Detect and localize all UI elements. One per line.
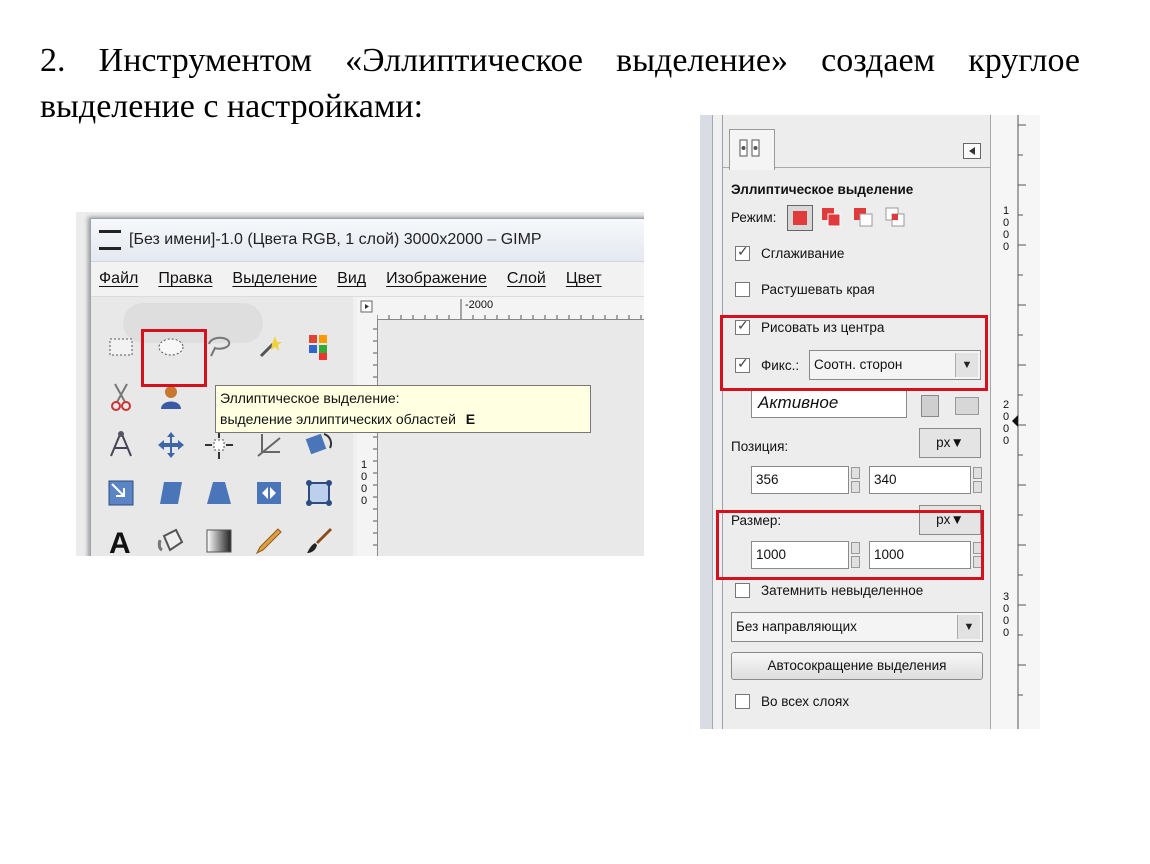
feather-label: Растушевать края	[761, 282, 875, 297]
bucket-fill-icon[interactable]	[153, 523, 189, 556]
all-layers-label: Во всех слоях	[761, 694, 850, 709]
dock-menu-button[interactable]	[963, 143, 981, 159]
feather-checkbox[interactable]	[735, 282, 750, 297]
menu-image[interactable]: Изображение	[386, 270, 487, 288]
position-y-input[interactable]: 340	[869, 466, 971, 494]
mode-replace-button[interactable]	[787, 205, 813, 231]
ellipse-tool-highlight	[141, 329, 207, 387]
panel-left-edge	[700, 115, 713, 729]
menu-layer[interactable]: Слой	[507, 270, 546, 288]
position-unit-value: px	[936, 435, 951, 450]
fuzzy-select-icon[interactable]	[251, 329, 287, 365]
blend-icon[interactable]	[201, 523, 237, 556]
fixed-value-field[interactable]: Активное	[751, 388, 907, 418]
color-select-icon[interactable]	[301, 329, 337, 365]
position-unit-dropdown[interactable]: px▼	[919, 428, 981, 458]
horizontal-ruler[interactable]: -2000	[377, 297, 644, 320]
vertical-ruler[interactable]: 1000	[357, 319, 378, 556]
antialiasing-label: Сглаживание	[761, 246, 845, 261]
pencil-icon[interactable]	[251, 523, 287, 556]
svg-text:A: A	[109, 527, 131, 556]
menu-view[interactable]: Вид	[337, 270, 366, 288]
tooltip-description-row: выделение эллиптических областей E	[220, 409, 590, 430]
chevron-down-icon: ▼	[950, 435, 964, 450]
scale-icon[interactable]	[103, 475, 139, 511]
ruler-top-label: -2000	[465, 299, 494, 311]
center-fixed-highlight	[720, 315, 988, 391]
mode-label: Режим:	[731, 210, 777, 225]
shear-icon[interactable]	[153, 475, 189, 511]
tool-options-heading: Эллиптическое выделение	[731, 182, 914, 197]
mode-subtract-button[interactable]	[851, 205, 875, 229]
paintbrush-icon[interactable]	[301, 523, 337, 556]
guides-dropdown[interactable]: Без направляющих ▼	[731, 612, 983, 642]
position-x-input[interactable]: 356	[751, 466, 849, 494]
gimp-screenshot: [Без имени]-1.0 (Цвета RGB, 1 слой) 3000…	[76, 212, 644, 556]
tooltip-title: Эллиптическое выделение:	[220, 390, 400, 406]
scissors-icon[interactable]	[103, 379, 139, 415]
highlight-checkbox[interactable]	[735, 583, 750, 598]
paths-icon[interactable]	[103, 427, 139, 463]
ruler-label-3000: 3000	[1003, 591, 1010, 639]
position-y-spinner[interactable]	[972, 466, 983, 494]
perspective-icon[interactable]	[201, 475, 237, 511]
window-title: [Без имени]-1.0 (Цвета RGB, 1 слой) 3000…	[129, 231, 542, 248]
menu-file[interactable]: Файл	[99, 270, 138, 288]
ruler-label-2000: 2000	[1003, 399, 1010, 447]
window-menu-icon[interactable]	[99, 230, 121, 250]
tool-options-tab[interactable]	[729, 129, 775, 170]
ruler-corner-button[interactable]	[357, 297, 377, 319]
menu-edit[interactable]: Правка	[158, 270, 212, 288]
cage-icon[interactable]	[301, 475, 337, 511]
ruler-label-1000: 1000	[1003, 205, 1010, 253]
gimp-window: [Без имени]-1.0 (Цвета RGB, 1 слой) 3000…	[90, 218, 644, 556]
flip-icon[interactable]	[251, 475, 287, 511]
aspect-toggle-icon[interactable]	[955, 397, 979, 415]
rect-select-icon[interactable]	[103, 329, 139, 365]
ruler-left-label: 1000	[361, 459, 368, 507]
all-layers-checkbox[interactable]	[735, 694, 750, 709]
ellipse-select-tooltip: Эллиптическое выделение: выделение эллип…	[215, 385, 591, 433]
guides-value: Без направляющих	[736, 619, 857, 634]
position-label: Позиция:	[731, 439, 789, 454]
move-icon[interactable]	[153, 427, 189, 463]
mode-add-button[interactable]	[819, 205, 843, 229]
menubar: Файл Правка Выделение Вид Изображение Сл…	[91, 262, 644, 297]
size-highlight	[716, 510, 984, 580]
position-x-spinner[interactable]	[850, 466, 861, 494]
dock-tabbar	[723, 115, 991, 170]
tool-options-screenshot: Эллиптическое выделение Режим: Сглаживан…	[700, 115, 1040, 729]
tool-options-panel: Эллиптическое выделение Режим: Сглаживан…	[722, 115, 992, 729]
mode-intersect-button[interactable]	[883, 205, 907, 229]
right-vertical-ruler: 1000 2000 3000	[990, 115, 1040, 729]
text-icon[interactable]: A	[103, 523, 139, 556]
auto-shrink-button[interactable]: Автосокращение выделения	[731, 652, 983, 680]
chain-icon[interactable]	[921, 395, 939, 417]
window-titlebar: [Без имени]-1.0 (Цвета RGB, 1 слой) 3000…	[91, 219, 644, 262]
menu-select[interactable]: Выделение	[232, 270, 317, 288]
highlight-label: Затемнить невыделенное	[761, 583, 924, 598]
tooltip-description: выделение эллиптических областей	[220, 411, 456, 427]
tooltip-shortcut: E	[465, 411, 476, 427]
chevron-down-icon: ▼	[957, 615, 980, 639]
antialiasing-checkbox[interactable]	[735, 243, 750, 261]
menu-colors[interactable]: Цвет	[566, 270, 602, 288]
